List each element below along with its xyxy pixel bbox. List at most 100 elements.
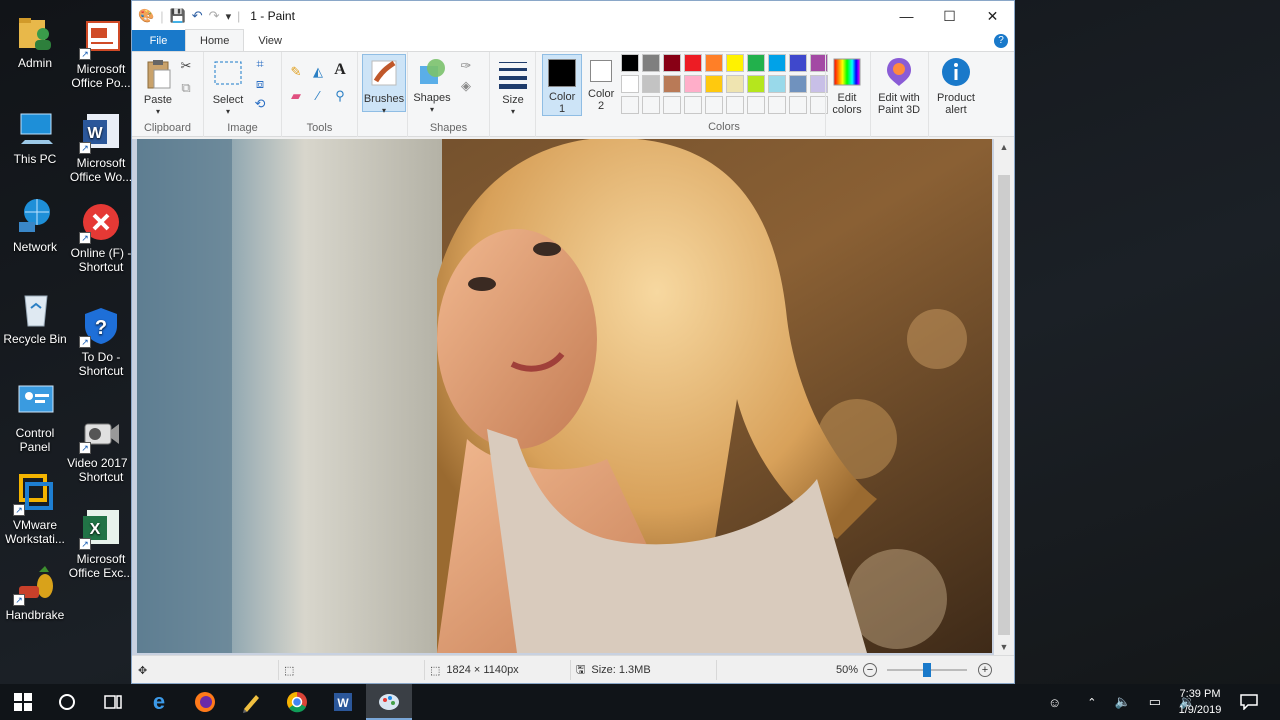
zoom-in-button[interactable]: + <box>978 663 992 677</box>
vertical-scrollbar[interactable]: ▲ ▼ <box>994 139 1014 655</box>
palette-swatch[interactable] <box>747 75 765 93</box>
resize-icon[interactable]: ⧈ <box>252 76 268 92</box>
redo-icon[interactable]: ↷ <box>209 8 220 24</box>
taskbar-paint[interactable] <box>366 684 412 720</box>
maximize-button[interactable]: ☐ <box>928 1 971 31</box>
desktop-icon-to-do[interactable]: ? ↗ To Do - Shortcut <box>66 306 136 378</box>
start-button[interactable] <box>0 684 46 720</box>
desktop-icon-online-f[interactable]: ↗ Online (F) - Shortcut <box>66 202 136 274</box>
palette-swatch[interactable] <box>621 54 639 72</box>
taskbar-pencil-app[interactable] <box>228 684 274 720</box>
palette-swatch[interactable] <box>642 54 660 72</box>
help-icon[interactable]: ? <box>994 34 1008 48</box>
zoom-slider-knob[interactable] <box>923 663 931 677</box>
action-center-button[interactable] <box>1226 684 1272 720</box>
select-button[interactable]: Select ▾ <box>210 58 246 118</box>
palette-swatch-empty[interactable] <box>768 96 786 114</box>
desktop-icon-network[interactable]: Network <box>0 196 70 254</box>
desktop-icon-powerpoint[interactable]: ↗ Microsoft Office Po... <box>66 18 136 90</box>
zoom-slider[interactable] <box>887 663 967 677</box>
rotate-icon[interactable]: ⟲ <box>252 96 268 112</box>
tab-file[interactable]: File <box>132 30 185 51</box>
color-picker-icon[interactable]: ⁄ <box>310 88 326 104</box>
chevron-up-icon[interactable]: ⌃ <box>1087 696 1096 709</box>
palette-swatch[interactable] <box>726 54 744 72</box>
palette-swatch[interactable] <box>684 54 702 72</box>
product-alert-button[interactable]: Product alert <box>932 56 980 116</box>
people-icon[interactable]: ☺ <box>1048 695 1061 710</box>
canvas-area[interactable] <box>132 139 994 655</box>
palette-swatch[interactable] <box>747 54 765 72</box>
volume-icon[interactable]: 🔈 <box>1115 694 1131 710</box>
palette-swatch[interactable] <box>663 54 681 72</box>
desktop-icon-vmware[interactable]: ↗ VMware Workstati... <box>0 474 70 546</box>
scroll-down-icon[interactable]: ▼ <box>994 639 1014 655</box>
palette-swatch-empty[interactable] <box>621 96 639 114</box>
palette-swatch[interactable] <box>789 75 807 93</box>
palette-swatch-empty[interactable] <box>663 96 681 114</box>
fill-icon[interactable]: ◭ <box>310 64 326 80</box>
quick-access-dropdown-icon[interactable]: ▾ <box>226 10 232 23</box>
outline-icon[interactable]: ✑ <box>458 58 474 74</box>
text-icon[interactable]: A <box>332 62 348 78</box>
desktop-icon-recycle-bin[interactable]: Recycle Bin <box>0 288 70 346</box>
desktop-icon-word[interactable]: W ↗ Microsoft Office Wo... <box>66 112 136 184</box>
shapes-button[interactable]: Shapes ▾ <box>412 56 452 116</box>
palette-swatch[interactable] <box>705 54 723 72</box>
palette-swatch[interactable] <box>705 75 723 93</box>
palette-swatch-empty[interactable] <box>747 96 765 114</box>
magnifier-icon[interactable]: ⚲ <box>332 88 348 104</box>
palette-swatch[interactable] <box>768 75 786 93</box>
palette-swatch[interactable] <box>621 75 639 93</box>
clock[interactable]: 7:39 PM 1/9/2019 <box>1170 686 1230 718</box>
palette-swatch[interactable] <box>684 75 702 93</box>
color2-button[interactable]: Color 2 <box>584 58 618 112</box>
task-view-button[interactable] <box>90 684 136 720</box>
tab-home[interactable]: Home <box>185 29 245 51</box>
taskbar-firefox[interactable] <box>182 684 228 720</box>
cut-icon[interactable]: ✂ <box>178 58 194 74</box>
edit-with-paint3d-button[interactable]: Edit with Paint 3D <box>874 56 924 116</box>
edit-colors-button[interactable]: Edit colors <box>826 56 868 116</box>
zoom-out-button[interactable]: − <box>863 663 877 677</box>
desktop-icon-this-pc[interactable]: This PC <box>0 108 70 166</box>
desktop-icon-admin[interactable]: Admin <box>0 12 70 70</box>
palette-swatch[interactable] <box>663 75 681 93</box>
taskbar-word[interactable]: W <box>320 684 366 720</box>
tab-view[interactable]: View <box>244 30 296 51</box>
save-icon[interactable]: 💾 <box>170 8 186 24</box>
desktop-icon-excel[interactable]: X ↗ Microsoft Office Exc... <box>66 508 136 580</box>
copy-icon[interactable]: ⧉ <box>178 80 194 96</box>
minimize-button[interactable]: — <box>885 1 928 31</box>
fill-shape-icon[interactable]: ◈ <box>458 78 474 94</box>
palette-swatch[interactable] <box>642 75 660 93</box>
palette-swatch[interactable] <box>789 54 807 72</box>
palette-swatch[interactable] <box>726 75 744 93</box>
taskbar-chrome[interactable] <box>274 684 320 720</box>
desktop-icon-control-panel[interactable]: Control Panel <box>0 382 70 454</box>
color1-button[interactable]: Color 1 <box>542 54 582 116</box>
scroll-up-icon[interactable]: ▲ <box>994 139 1014 155</box>
pencil-icon[interactable]: ✎ <box>288 64 304 80</box>
palette-swatch-empty[interactable] <box>789 96 807 114</box>
eraser-icon[interactable]: ▰ <box>288 88 304 104</box>
taskbar-edge[interactable]: e <box>136 684 182 720</box>
desktop-icon-handbrake[interactable]: ↗ Handbrake <box>0 564 70 622</box>
canvas-image[interactable] <box>137 139 992 653</box>
cortana-button[interactable] <box>44 684 90 720</box>
palette-swatch[interactable] <box>768 54 786 72</box>
paint-app-icon[interactable]: 🎨 <box>138 8 154 24</box>
network-tray-icon[interactable]: ▭ <box>1149 694 1161 710</box>
paste-button[interactable]: Paste ▾ <box>138 58 178 118</box>
crop-icon[interactable]: ⌗ <box>252 56 268 72</box>
palette-swatch-empty[interactable] <box>726 96 744 114</box>
brushes-button[interactable]: Brushes ▾ <box>362 54 406 115</box>
size-button[interactable]: Size ▾ <box>494 58 532 118</box>
undo-icon[interactable]: ↶ <box>192 8 203 24</box>
close-button[interactable]: ✕ <box>971 1 1014 31</box>
palette-swatch-empty[interactable] <box>705 96 723 114</box>
scroll-thumb[interactable] <box>998 175 1010 635</box>
palette-swatch-empty[interactable] <box>684 96 702 114</box>
desktop-icon-video-2017[interactable]: ↗ Video 2017 - Shortcut <box>66 412 136 484</box>
palette-swatch-empty[interactable] <box>642 96 660 114</box>
